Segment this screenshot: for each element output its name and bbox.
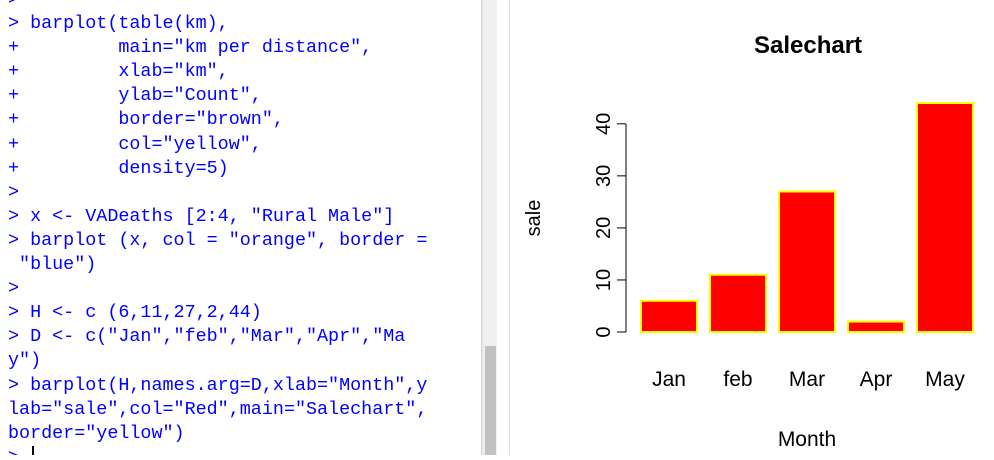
y-tick-label: 30 (593, 165, 615, 187)
plot-pane: Salechart Month sale 0 10 20 30 40 Jan feb Mar… (510, 0, 994, 455)
y-tick-label: 10 (593, 269, 615, 291)
console-line: > (8, 278, 20, 300)
y-axis-label: sale (523, 200, 545, 237)
console-line: y") (8, 350, 42, 372)
category-label: May (925, 368, 965, 391)
bar-apr (847, 320, 905, 334)
bar-jan (640, 299, 698, 334)
console-scrollbar[interactable] (482, 0, 498, 455)
text-cursor (32, 445, 35, 455)
category-labels: Jan feb Mar Apr May (652, 368, 965, 391)
console-line: lab="sale",col="Red",main="Salechart", (8, 398, 428, 420)
console-line: > (8, 0, 427, 12)
bars (640, 102, 974, 334)
chart-title: Salechart (754, 32, 862, 59)
y-tick-label: 0 (593, 326, 615, 337)
pane-divider[interactable] (497, 0, 510, 455)
console-line: > barplot(H,names.arg=D,xlab="Month",y (8, 374, 428, 396)
console-line: + ylab="Count", (8, 85, 262, 107)
console-line: + col="yellow", (8, 133, 262, 155)
console-line: > x <- VADeaths [2:4, "Rural Male"] (8, 205, 395, 227)
x-axis-label: Month (778, 428, 836, 451)
console-line: > D <- c("Jan","feb","Mar","Apr","Ma (8, 326, 406, 348)
bar-mar (778, 190, 836, 333)
category-label: feb (723, 368, 752, 391)
console-line: + border="brown", (8, 109, 284, 131)
category-label: Apr (860, 368, 893, 391)
bar-feb (709, 273, 767, 333)
console-output: >> barplot(table(km),+ main="km per dist… (8, 0, 427, 455)
console-line: + density=5) (8, 157, 229, 179)
console-line: "blue") (8, 254, 97, 276)
category-label: Mar (789, 368, 825, 391)
category-label: Jan (652, 368, 686, 391)
console-line: > (8, 445, 427, 455)
console-line: + xlab="km", (8, 61, 229, 83)
console-line: + main="km per distance", (8, 37, 373, 59)
scrollbar-thumb[interactable] (485, 346, 496, 455)
y-tick-label: 20 (593, 217, 615, 239)
r-console[interactable]: >> barplot(table(km),+ main="km per dist… (0, 0, 482, 455)
console-line: border="yellow") (8, 422, 185, 444)
bar-chart: Salechart Month sale 0 10 20 30 40 Jan feb Mar… (523, 32, 974, 451)
console-line: > H <- c (6,11,27,2,44) (8, 302, 262, 324)
y-axis: 0 10 20 30 40 (593, 113, 627, 338)
console-line: > barplot (x, col = "orange", border = (8, 229, 428, 251)
console-line: > barplot(table(km), (8, 13, 229, 35)
y-tick-label: 40 (593, 113, 615, 135)
console-line: > (8, 181, 20, 203)
bar-may (916, 102, 974, 333)
